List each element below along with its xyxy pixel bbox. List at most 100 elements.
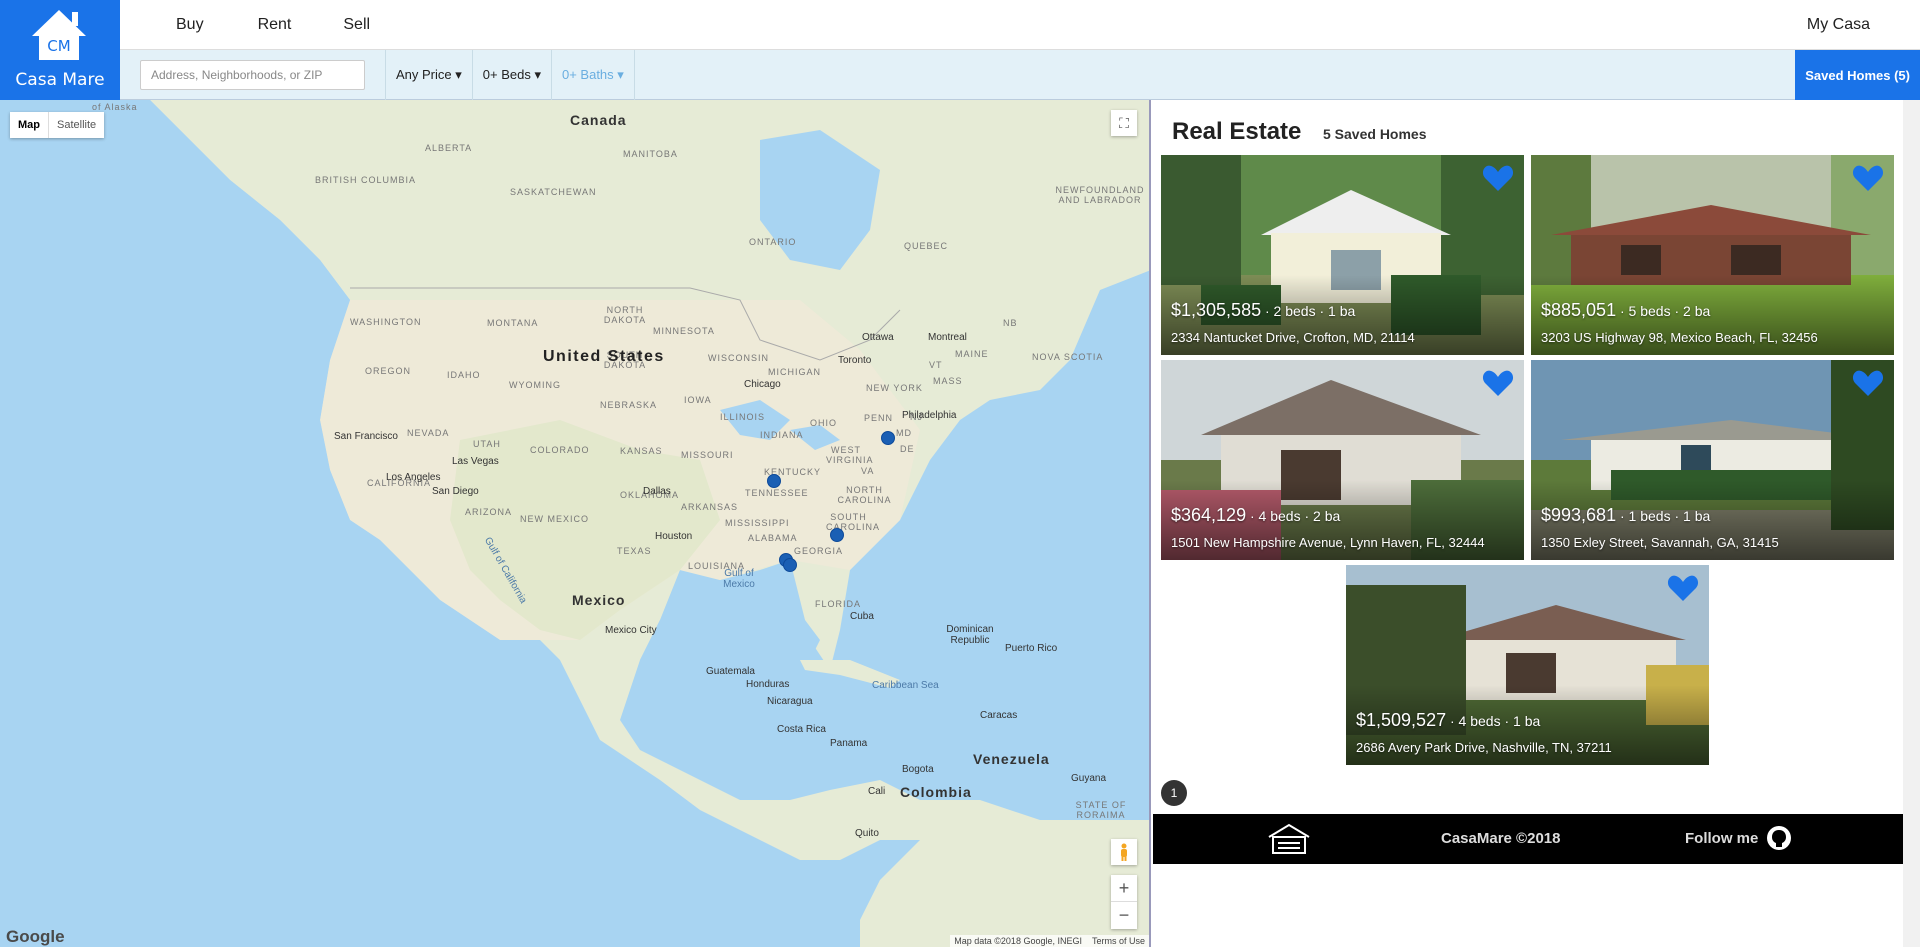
listing-summary: $993,681 · 1 beds · 1 ba: [1541, 505, 1711, 525]
map-label: Cali: [868, 786, 886, 797]
map-label: Quito: [855, 828, 879, 839]
map-type-control: Map Satellite: [10, 112, 105, 138]
listing-card[interactable]: $885,051 · 5 beds · 2 ba 3203 US Highway…: [1531, 155, 1894, 355]
map-attribution: Map data ©2018 Google, INEGI Terms of Us…: [950, 935, 1149, 947]
beds-filter[interactable]: 0+ Beds ▾: [471, 49, 551, 100]
map-label: MINNESOTA: [653, 326, 715, 336]
listings-panel: Real Estate 5 Saved Homes $1,305,585 · 2…: [1153, 100, 1903, 947]
map-label: WISCONSIN: [708, 353, 770, 363]
pagination-page[interactable]: 1: [1161, 780, 1187, 806]
listing-summary: $1,305,585 · 2 beds · 1 ba: [1171, 300, 1356, 320]
fullscreen-icon[interactable]: ⛶: [1111, 110, 1137, 136]
map-label: MANITOBA: [623, 149, 678, 159]
zoom-in-button[interactable]: +: [1111, 875, 1137, 902]
heart-icon[interactable]: [1852, 368, 1884, 398]
map-label: Los Angeles: [386, 472, 441, 483]
map-marker[interactable]: [830, 528, 844, 542]
map-label: NORTH DAKOTA: [603, 305, 647, 325]
saved-homes-button[interactable]: Saved Homes (5): [1795, 50, 1920, 100]
map-label: NEW MEXICO: [520, 514, 590, 524]
listing-card[interactable]: $364,129 · 4 beds · 2 ba 1501 New Hampsh…: [1161, 360, 1524, 560]
map-label: TEXAS: [617, 546, 652, 556]
map-label: WYOMING: [509, 380, 561, 390]
map-label: ALBERTA: [425, 143, 473, 153]
listing-baths: 1 ba: [1513, 713, 1541, 729]
listing-card[interactable]: $1,509,527 · 4 beds · 1 ba 2686 Avery Pa…: [1346, 565, 1709, 765]
panel-scrollbar[interactable]: [1903, 100, 1920, 947]
map-label: of Alaska: [92, 102, 138, 112]
map-label: PENN: [864, 413, 894, 423]
zoom-out-button[interactable]: −: [1111, 902, 1137, 929]
listing-card[interactable]: $1,305,585 · 2 beds · 1 ba 2334 Nantucke…: [1161, 155, 1524, 355]
map-label: Chicago: [744, 379, 781, 390]
listing-price: $885,051: [1541, 300, 1617, 320]
brand-logo[interactable]: CM Casa Mare: [0, 0, 120, 100]
home-icon[interactable]: [1265, 823, 1313, 855]
listing-beds: 2 beds: [1273, 303, 1316, 319]
listing-baths: 1 ba: [1328, 303, 1356, 319]
listing-baths: 2 ba: [1683, 303, 1711, 319]
map-label: Nicaragua: [767, 696, 813, 707]
map-label: San Diego: [432, 486, 479, 497]
terms-link[interactable]: Terms of Use: [1092, 936, 1145, 946]
map-type-satellite[interactable]: Satellite: [48, 112, 104, 138]
map-label: KANSAS: [620, 446, 663, 456]
map-type-map[interactable]: Map: [10, 112, 48, 138]
zoom-control: + −: [1111, 875, 1137, 929]
page-title: Real Estate: [1172, 118, 1302, 145]
nav-my-casa[interactable]: My Casa: [1807, 16, 1870, 34]
map-label: Mexico City: [605, 625, 657, 636]
map-label: Canada: [570, 112, 627, 128]
baths-filter[interactable]: 0+ Baths ▾: [550, 49, 635, 100]
map-label: Caribbean Sea: [872, 680, 939, 691]
heart-icon[interactable]: [1667, 573, 1699, 603]
map-label: NEW YORK: [866, 383, 923, 393]
listing-price: $1,509,527: [1356, 710, 1447, 730]
brand-initials: CM: [47, 37, 70, 55]
nav-buy[interactable]: Buy: [176, 16, 204, 34]
heart-icon[interactable]: [1482, 163, 1514, 193]
map-label: Puerto Rico: [1005, 643, 1058, 654]
map-label: MASS: [933, 376, 963, 386]
map-label: Mexico: [572, 592, 626, 608]
nav-rent[interactable]: Rent: [258, 16, 292, 34]
saved-count: 5 Saved Homes: [1323, 126, 1427, 142]
search-input[interactable]: [140, 59, 365, 90]
map-label: STATE OF RORAIMA: [1075, 800, 1127, 820]
heart-icon[interactable]: [1482, 368, 1514, 398]
map-label: INDIANA: [760, 430, 804, 440]
map-label: Montreal: [928, 332, 967, 343]
map-label: NOVA SCOTIA: [1032, 352, 1104, 362]
map-label: NEBRASKA: [600, 400, 658, 410]
map-label: Houston: [655, 531, 693, 542]
map[interactable]: Map Satellite ⛶ of Alaska Canada ALBERTA…: [0, 100, 1151, 947]
brand-name: Casa Mare: [15, 70, 105, 90]
map-label: Philadelphia: [902, 410, 957, 421]
listing-card[interactable]: $993,681 · 1 beds · 1 ba 1350 Exley Stre…: [1531, 360, 1894, 560]
map-label: Bogota: [902, 764, 934, 775]
heart-icon[interactable]: [1852, 163, 1884, 193]
map-marker[interactable]: [783, 558, 797, 572]
map-label: Guatemala: [706, 666, 755, 677]
map-label: VT: [929, 360, 943, 370]
google-logo: Google: [6, 927, 65, 946]
map-label: IDAHO: [447, 370, 481, 380]
map-label: COLORADO: [530, 445, 590, 455]
map-label: NB: [1003, 318, 1018, 328]
nav-sell[interactable]: Sell: [343, 16, 370, 34]
map-label: Cuba: [850, 611, 874, 622]
listing-price: $1,305,585: [1171, 300, 1262, 320]
map-label: DE: [900, 444, 915, 454]
map-label: Panama: [830, 738, 868, 749]
map-marker[interactable]: [767, 474, 781, 488]
listing-address: 3203 US Highway 98, Mexico Beach, FL, 32…: [1541, 330, 1818, 345]
map-label: San Francisco: [334, 431, 398, 442]
filter-bar: Any Price ▾ 0+ Beds ▾ 0+ Baths ▾ Saved H…: [120, 49, 1920, 100]
pegman-icon[interactable]: [1111, 839, 1137, 865]
map-marker[interactable]: [881, 431, 895, 445]
price-filter[interactable]: Any Price ▾: [385, 49, 472, 100]
map-data-text: Map data ©2018 Google, INEGI: [954, 936, 1082, 946]
github-icon[interactable]: [1765, 824, 1793, 852]
map-label: BRITISH COLUMBIA: [315, 175, 417, 185]
listing-price: $364,129: [1171, 505, 1247, 525]
